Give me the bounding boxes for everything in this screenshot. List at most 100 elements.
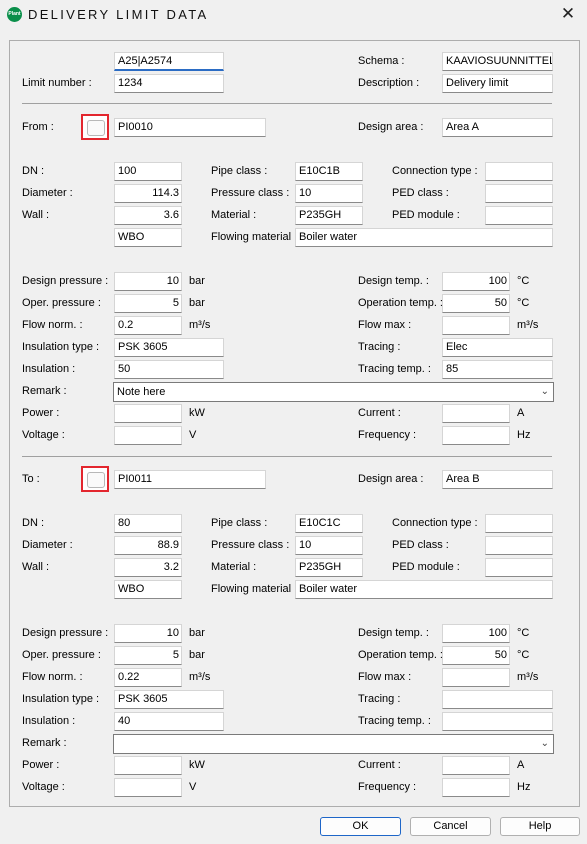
from-material-field[interactable]: P235GH (295, 206, 363, 225)
from-pressure-class-field[interactable]: 10 (295, 184, 363, 203)
to-tracing-label: Tracing : (358, 693, 401, 705)
to-insulation-label: Insulation : (22, 715, 76, 727)
from-frequency-field[interactable] (442, 426, 510, 445)
from-wall-field[interactable]: 3.6 (114, 206, 182, 225)
to-voltage-field[interactable] (114, 778, 182, 797)
to-flow-norm-label: Flow norm. : (22, 671, 83, 683)
from-ped-module-field[interactable] (485, 206, 553, 225)
from-point-field[interactable]: PI0010 (114, 118, 266, 137)
to-frequency-unit: Hz (517, 781, 531, 793)
to-wall-label: Wall : (22, 561, 50, 573)
separator (22, 456, 552, 457)
from-tracing-temp-field[interactable]: 85 (442, 360, 553, 379)
to-point-field[interactable]: PI0011 (114, 470, 266, 489)
from-tracing-field[interactable]: Elec (442, 338, 553, 357)
to-pressure-class-field[interactable]: 10 (295, 536, 363, 555)
from-flowing-material-label: Flowing material : (211, 231, 298, 243)
from-insulation-type-label: Insulation type : (22, 341, 100, 353)
schema-field[interactable]: KAAVIOSUUNNITTEL (442, 52, 553, 71)
from-diameter-field[interactable]: 114.3 (114, 184, 182, 203)
from-current-field[interactable] (442, 404, 510, 423)
to-flow-norm-unit: m³/s (189, 671, 211, 683)
to-diameter-field[interactable]: 88.9 (114, 536, 182, 555)
from-pick-button[interactable] (81, 114, 109, 140)
from-oper-pressure-field[interactable]: 5 (114, 294, 182, 313)
pick-icon (87, 120, 105, 136)
to-flow-max-unit: m³/s (517, 671, 539, 683)
from-ped-module-label: PED module : (392, 209, 460, 221)
to-insulation-field[interactable]: 40 (114, 712, 224, 731)
to-design-temp-field[interactable]: 100 (442, 624, 510, 643)
to-pipe-class-field[interactable]: E10C1C (295, 514, 363, 533)
from-design-pressure-field[interactable]: 10 (114, 272, 182, 291)
to-ped-module-field[interactable] (485, 558, 553, 577)
to-frequency-field[interactable] (442, 778, 510, 797)
from-connection-type-field[interactable] (485, 162, 553, 181)
to-current-field[interactable] (442, 756, 510, 775)
to-wall-field[interactable]: 3.2 (114, 558, 182, 577)
from-power-field[interactable] (114, 404, 182, 423)
to-tracing-field[interactable] (442, 690, 553, 709)
limit-number-label: Limit number : (22, 77, 92, 89)
from-wall-standard-field[interactable]: WBO (114, 228, 182, 247)
close-button[interactable]: ✕ (556, 3, 580, 25)
to-flowing-material-field[interactable]: Boiler water (295, 580, 553, 599)
to-connection-type-field[interactable] (485, 514, 553, 533)
from-ped-class-field[interactable] (485, 184, 553, 203)
to-design-area-field[interactable]: Area B (442, 470, 553, 489)
from-operation-temp-label: Operation temp. : (358, 297, 443, 309)
to-design-pressure-field[interactable]: 10 (114, 624, 182, 643)
from-remark-dropdown[interactable]: Note here ⌄ (113, 382, 554, 402)
to-operation-temp-field[interactable]: 50 (442, 646, 510, 665)
title-bar: Plant DELIVERY LIMIT DATA ✕ (0, 0, 587, 30)
to-power-field[interactable] (114, 756, 182, 775)
from-pipe-class-field[interactable]: E10C1B (295, 162, 363, 181)
from-design-pressure-label: Design pressure : (22, 275, 109, 287)
to-wall-standard-field[interactable]: WBO (114, 580, 182, 599)
to-operation-temp-unit: °C (517, 649, 530, 661)
from-design-area-field[interactable]: Area A (442, 118, 553, 137)
from-tracing-label: Tracing : (358, 341, 401, 353)
from-flow-max-field[interactable] (442, 316, 510, 335)
from-insulation-type-field[interactable]: PSK 3605 (114, 338, 224, 357)
to-label: To : (22, 473, 40, 485)
to-flow-norm-field[interactable]: 0.22 (114, 668, 182, 687)
from-pressure-class-label: Pressure class : (211, 187, 290, 199)
ok-button[interactable]: OK (320, 817, 401, 836)
to-pick-button[interactable] (81, 466, 109, 492)
from-dn-field[interactable]: 100 (114, 162, 182, 181)
limit-id-field[interactable]: A25|A2574 (114, 52, 224, 71)
help-button[interactable]: Help (500, 817, 580, 836)
from-oper-pressure-unit: bar (189, 297, 205, 309)
limit-number-field[interactable]: 1234 (114, 74, 224, 93)
from-insulation-label: Insulation : (22, 363, 76, 375)
to-oper-pressure-field[interactable]: 5 (114, 646, 182, 665)
to-insulation-type-field[interactable]: PSK 3605 (114, 690, 224, 709)
from-ped-class-label: PED class : (392, 187, 449, 199)
from-operation-temp-field[interactable]: 50 (442, 294, 510, 313)
to-pressure-class-label: Pressure class : (211, 539, 290, 551)
from-insulation-field[interactable]: 50 (114, 360, 224, 379)
from-pipe-class-label: Pipe class : (211, 165, 268, 177)
to-flow-max-field[interactable] (442, 668, 510, 687)
to-ped-class-field[interactable] (485, 536, 553, 555)
to-flowing-material-label: Flowing material : (211, 583, 298, 595)
to-tracing-temp-field[interactable] (442, 712, 553, 731)
description-field[interactable]: Delivery limit (442, 74, 553, 93)
cancel-button[interactable]: Cancel (410, 817, 491, 836)
from-frequency-label: Frequency : (358, 429, 417, 441)
from-voltage-field[interactable] (114, 426, 182, 445)
from-flowing-material-field[interactable]: Boiler water (295, 228, 553, 247)
from-tracing-temp-label: Tracing temp. : (358, 363, 431, 375)
to-frequency-label: Frequency : (358, 781, 417, 793)
to-remark-dropdown[interactable]: ⌄ (113, 734, 554, 754)
from-design-temp-field[interactable]: 100 (442, 272, 510, 291)
to-voltage-label: Voltage : (22, 781, 65, 793)
to-dn-field[interactable]: 80 (114, 514, 182, 533)
from-oper-pressure-label: Oper. pressure : (22, 297, 101, 309)
chevron-down-icon: ⌄ (540, 738, 549, 749)
from-material-label: Material : (211, 209, 257, 221)
from-flow-norm-field[interactable]: 0.2 (114, 316, 182, 335)
to-material-field[interactable]: P235GH (295, 558, 363, 577)
from-power-unit: kW (189, 407, 205, 419)
